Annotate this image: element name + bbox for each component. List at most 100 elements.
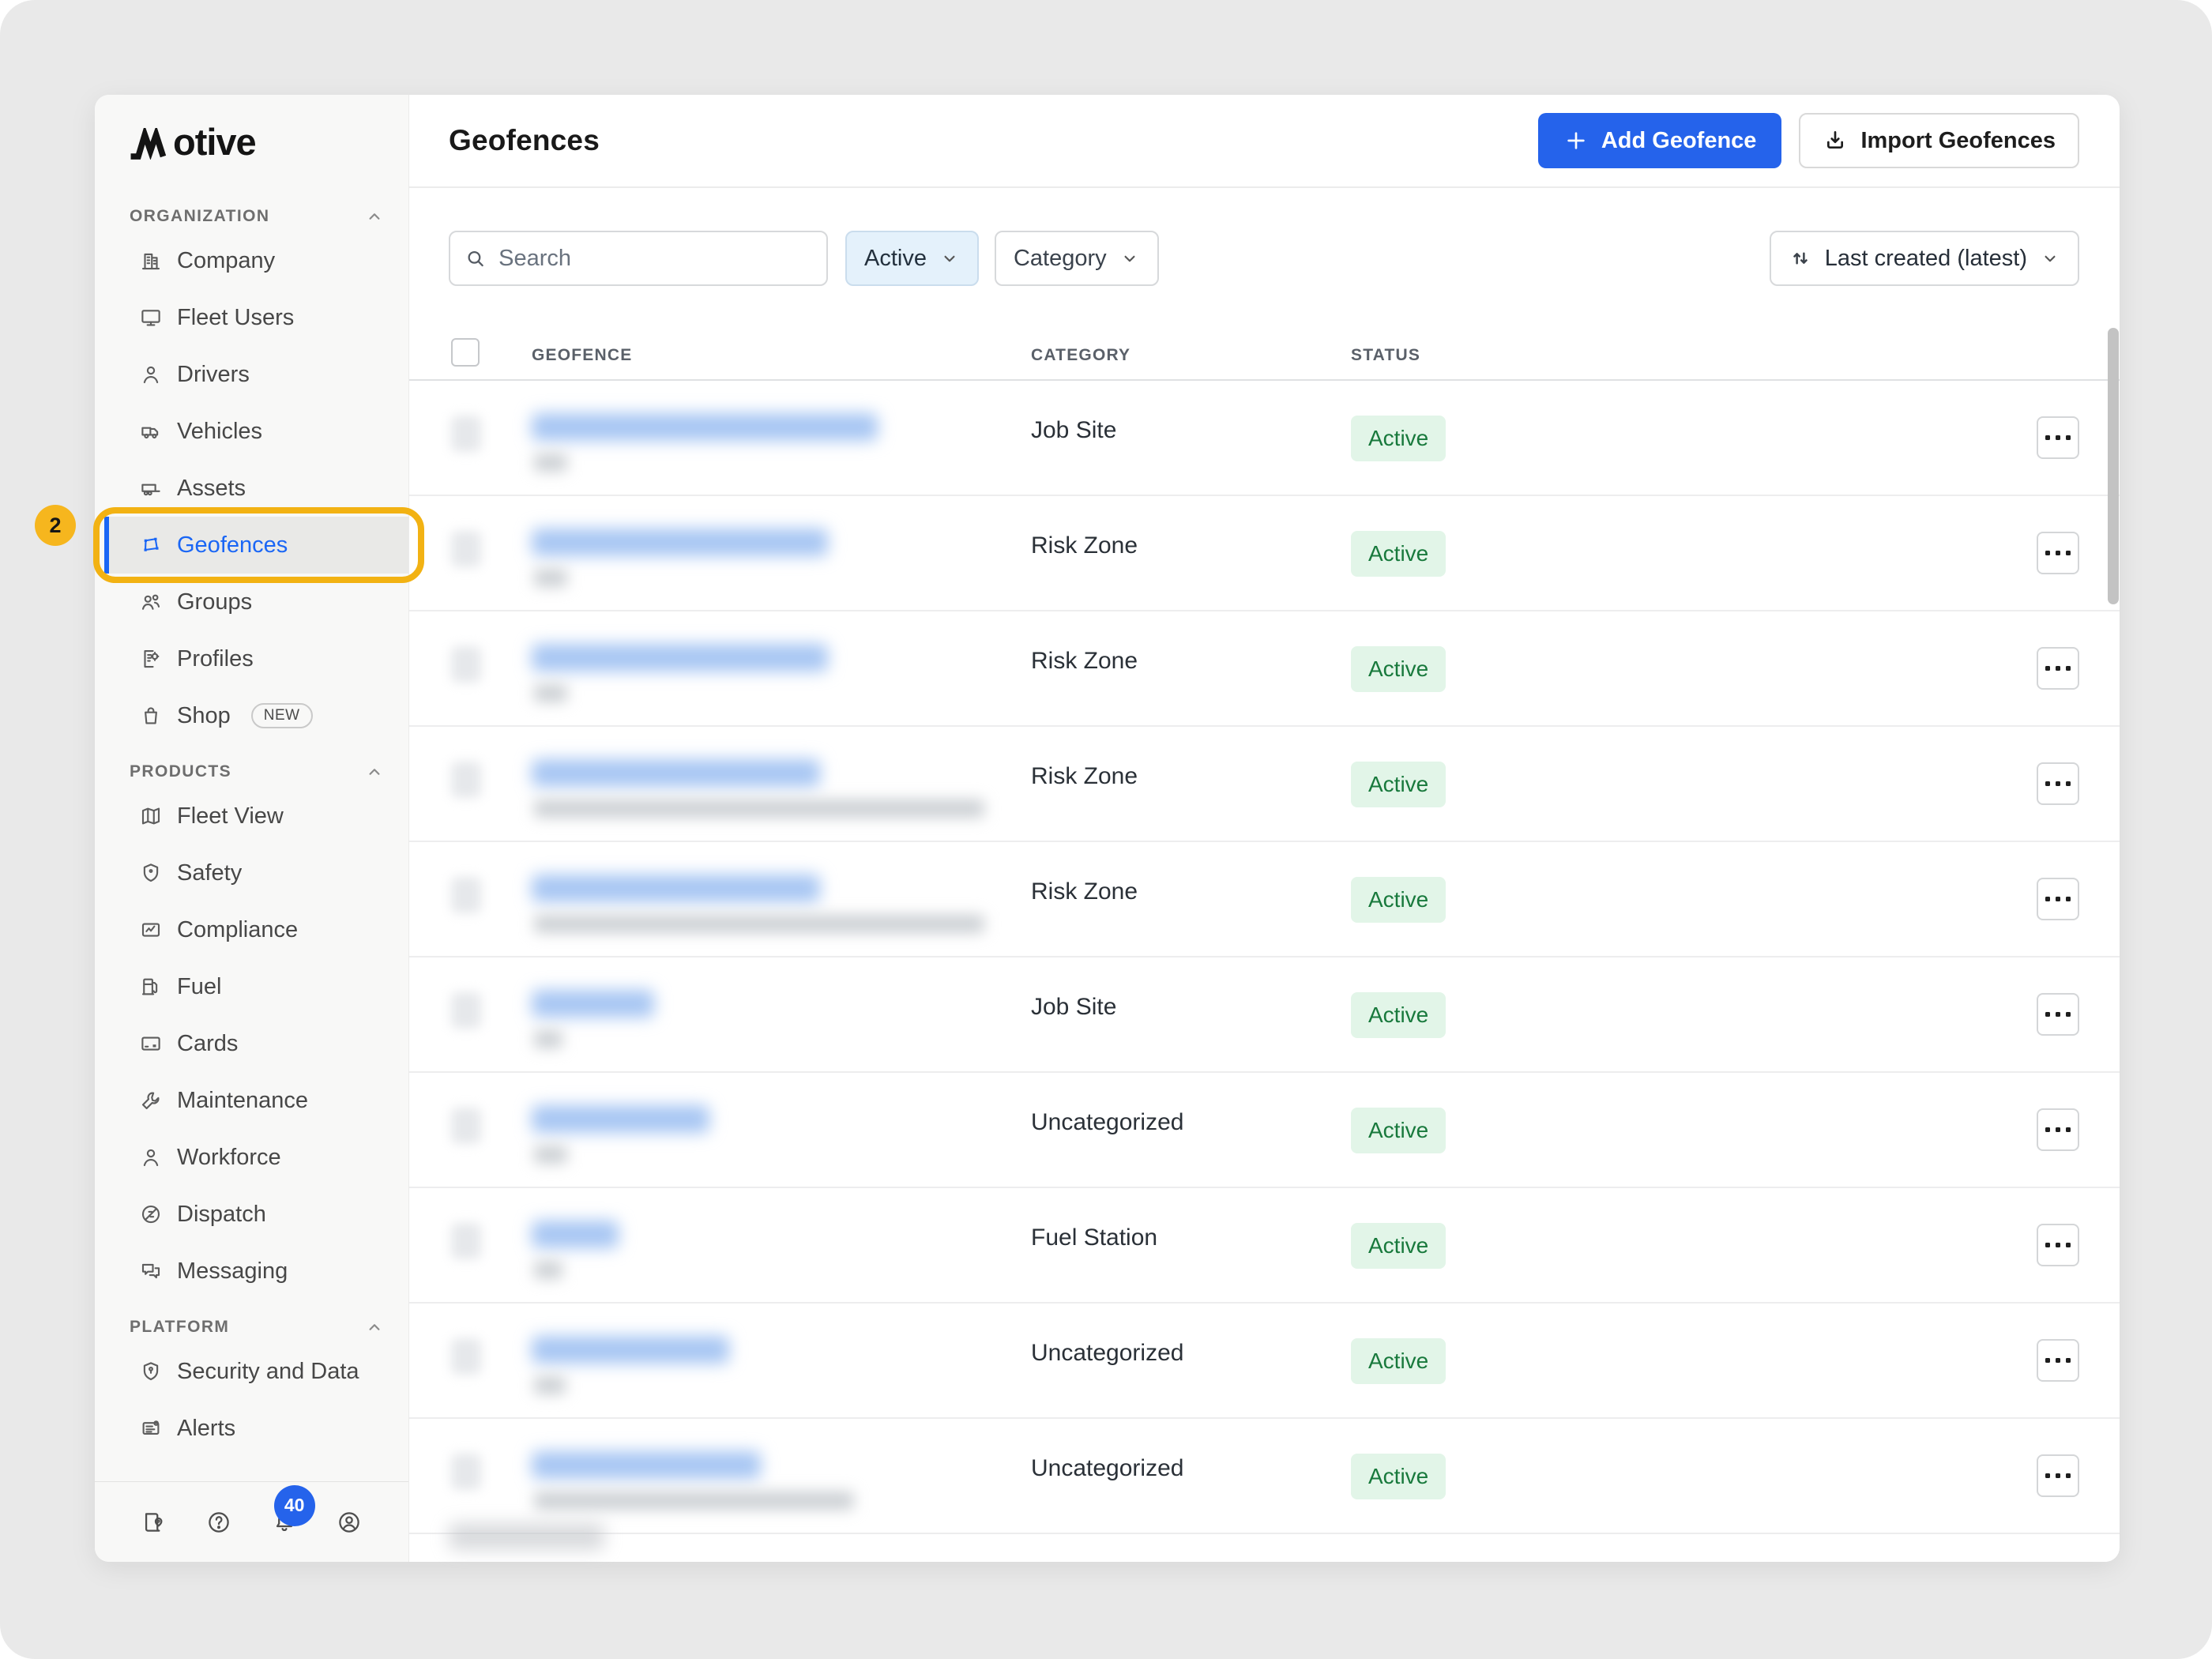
sidebar-item[interactable]: Alerts <box>104 1400 408 1457</box>
notifications-button[interactable]: 40 <box>271 1509 298 1536</box>
geofence-name-redacted[interactable] <box>532 644 828 672</box>
geofence-subtext-redacted <box>534 1030 562 1048</box>
row-checkbox[interactable] <box>451 762 481 798</box>
sidebar-item-label: Safety <box>177 860 242 886</box>
sidebar-item[interactable]: Shop NEW <box>104 687 408 744</box>
sidebar-item[interactable]: Groups <box>104 574 408 630</box>
sort-dropdown[interactable]: Last created (latest) <box>1770 231 2079 286</box>
chevron-up-icon[interactable] <box>364 206 385 227</box>
import-geofences-button[interactable]: Import Geofences <box>1799 113 2079 168</box>
workforce-icon <box>139 1146 163 1169</box>
sidebar-item[interactable]: Maintenance <box>104 1072 408 1129</box>
vertical-scrollbar[interactable] <box>2108 328 2119 604</box>
geofence-name-redacted[interactable] <box>532 1451 761 1479</box>
dispatch-icon <box>139 1202 163 1226</box>
table-header: GEOFENCE CATEGORY STATUS <box>409 325 2120 381</box>
sidebar-item[interactable]: Profiles <box>104 630 408 687</box>
new-badge: NEW <box>251 703 313 728</box>
row-actions-button[interactable] <box>2037 416 2079 459</box>
geofences-icon <box>139 533 163 557</box>
status-badge: Active <box>1351 1108 1446 1153</box>
sidebar-item[interactable]: Assets <box>104 460 408 517</box>
section-products[interactable]: PRODUCTS <box>130 756 385 788</box>
sidebar-item-label: Assets <box>177 476 246 502</box>
row-actions-button[interactable] <box>2037 532 2079 574</box>
guide-button[interactable] <box>141 1509 167 1536</box>
sidebar-item[interactable]: Drivers <box>104 346 408 403</box>
sidebar-item-label: Geofences <box>177 532 288 559</box>
sidebar-item[interactable]: Fleet View <box>104 788 408 845</box>
geofence-name-redacted[interactable] <box>532 759 820 787</box>
fuel-icon <box>139 975 163 999</box>
geofence-name-redacted[interactable] <box>532 1221 619 1248</box>
status-badge: Active <box>1351 877 1446 923</box>
sort-arrows-icon <box>1789 246 1812 270</box>
chevron-up-icon[interactable] <box>364 762 385 782</box>
row-checkbox[interactable] <box>451 1454 481 1490</box>
sidebar-item[interactable]: Dispatch <box>104 1186 408 1243</box>
row-actions-button[interactable] <box>2037 1339 2079 1382</box>
sidebar: otive ORGANIZATION Company <box>95 95 409 1562</box>
table-row: Job Site Active <box>409 381 2120 496</box>
row-checkbox[interactable] <box>451 1338 481 1375</box>
row-actions-button[interactable] <box>2037 1454 2079 1497</box>
geofence-name-redacted[interactable] <box>532 875 820 902</box>
status-badge: Active <box>1351 1223 1446 1269</box>
row-checkbox[interactable] <box>451 531 481 567</box>
column-header-category: CATEGORY <box>1031 346 1130 365</box>
section-organization[interactable]: ORGANIZATION <box>130 201 385 232</box>
help-icon <box>205 1509 232 1536</box>
section-label: PLATFORM <box>130 1318 229 1337</box>
row-actions-button[interactable] <box>2037 1224 2079 1266</box>
status-filter-dropdown[interactable]: Active <box>845 231 979 286</box>
sidebar-item[interactable]: 2 Geofences <box>104 517 408 574</box>
geofence-name-redacted[interactable] <box>532 413 878 441</box>
section-platform[interactable]: PLATFORM <box>130 1311 385 1343</box>
row-checkbox[interactable] <box>451 1108 481 1144</box>
row-actions-button[interactable] <box>2037 647 2079 690</box>
sidebar-item[interactable]: Compliance <box>104 901 408 958</box>
cards-icon <box>139 1032 163 1055</box>
geofence-name-redacted[interactable] <box>532 990 654 1018</box>
assets-icon <box>139 476 163 500</box>
geofence-name-redacted[interactable] <box>532 1336 729 1364</box>
row-checkbox[interactable] <box>451 1223 481 1259</box>
status-badge: Active <box>1351 646 1446 692</box>
row-actions-button[interactable] <box>2037 993 2079 1036</box>
app-window: otive ORGANIZATION Company <box>95 95 2120 1562</box>
messaging-icon <box>139 1259 163 1283</box>
sidebar-item[interactable]: Fleet Users <box>104 289 408 346</box>
status-badge: Active <box>1351 531 1446 577</box>
row-checkbox[interactable] <box>451 877 481 913</box>
search-box[interactable] <box>449 231 828 286</box>
help-button[interactable] <box>205 1509 232 1536</box>
row-checkbox[interactable] <box>451 646 481 683</box>
sidebar-item[interactable]: Company <box>104 232 408 289</box>
sidebar-item[interactable]: Messaging <box>104 1243 408 1300</box>
row-actions-button[interactable] <box>2037 762 2079 805</box>
row-checkbox[interactable] <box>451 992 481 1029</box>
category-cell: Risk Zone <box>1031 648 1138 675</box>
chevron-up-icon[interactable] <box>364 1317 385 1337</box>
sidebar-item[interactable]: Safety <box>104 845 408 901</box>
select-all-checkbox[interactable] <box>451 338 480 367</box>
table-row: Fuel Station Active <box>409 1188 2120 1304</box>
category-cell: Uncategorized <box>1031 1340 1183 1367</box>
maintenance-icon <box>139 1089 163 1112</box>
category-filter-dropdown[interactable]: Category <box>995 231 1159 286</box>
sidebar-item[interactable]: Workforce <box>104 1129 408 1186</box>
sidebar-nav: ORGANIZATION Company <box>95 160 408 1481</box>
sidebar-item[interactable]: Cards <box>104 1015 408 1072</box>
add-geofence-button[interactable]: Add Geofence <box>1538 113 1782 168</box>
row-actions-button[interactable] <box>2037 878 2079 920</box>
sidebar-item[interactable]: Security and Data <box>104 1343 408 1400</box>
row-checkbox[interactable] <box>451 416 481 452</box>
search-input[interactable] <box>497 245 812 273</box>
sidebar-item[interactable]: Vehicles <box>104 403 408 460</box>
row-actions-button[interactable] <box>2037 1108 2079 1151</box>
sidebar-item[interactable]: Fuel <box>104 958 408 1015</box>
geofence-name-redacted[interactable] <box>532 1105 709 1133</box>
main-content: Geofences Add Geofence Import Geofences … <box>409 95 2120 1562</box>
account-button[interactable] <box>336 1509 363 1536</box>
geofence-name-redacted[interactable] <box>532 529 828 556</box>
